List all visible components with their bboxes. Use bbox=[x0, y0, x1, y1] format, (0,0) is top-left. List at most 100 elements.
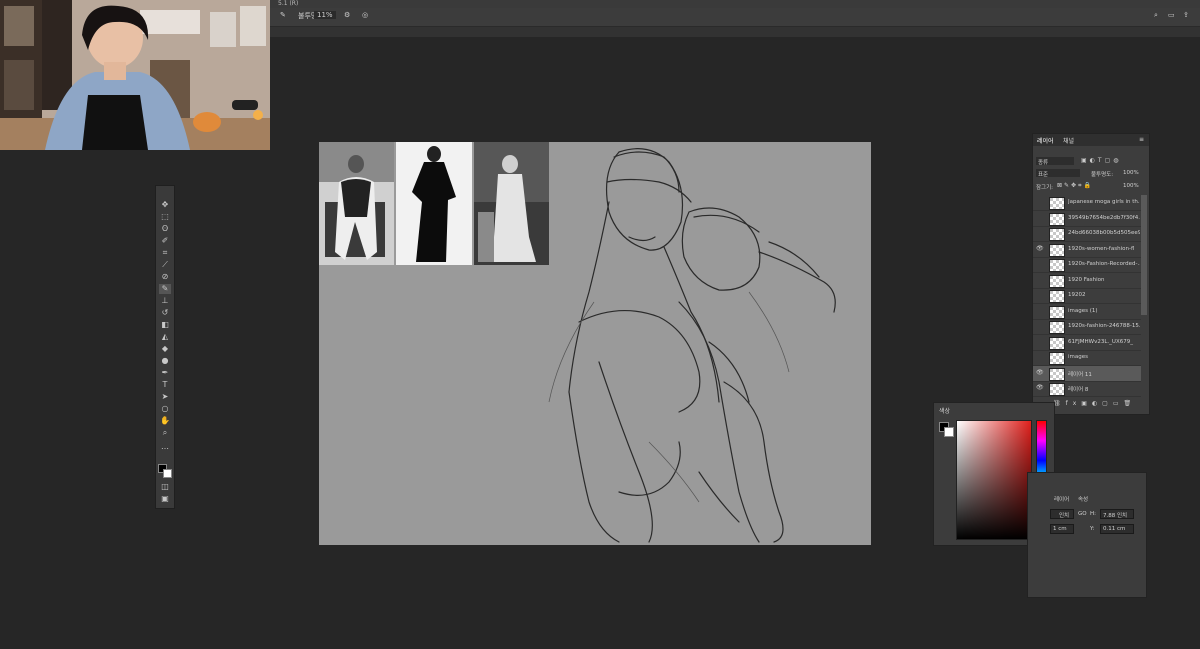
search-icon[interactable]: ⌕ bbox=[1154, 11, 1158, 20]
visibility-eye-icon[interactable]: 👁 bbox=[1036, 369, 1044, 376]
healing-tool-icon[interactable]: ⊘ bbox=[159, 272, 171, 282]
layer-name: 61FJMHWv23L._UX679_ bbox=[1068, 338, 1133, 345]
quick-select-tool-icon[interactable]: ✐ bbox=[159, 236, 171, 246]
brush-preset-icon[interactable]: ✎ bbox=[280, 11, 286, 19]
layer-row[interactable]: 👁 레이어 8 bbox=[1033, 381, 1141, 397]
visibility-eye-icon[interactable] bbox=[1036, 230, 1043, 236]
type-tool-icon[interactable]: T bbox=[159, 380, 171, 390]
layer-thumbnail bbox=[1049, 259, 1065, 272]
y-field[interactable]: 0.11 cm bbox=[1100, 524, 1134, 534]
pen-tool-icon[interactable]: ✒ bbox=[159, 368, 171, 378]
visibility-eye-icon[interactable]: 👁 bbox=[1036, 245, 1044, 252]
layer-row[interactable]: 19202 bbox=[1033, 288, 1141, 304]
path-select-tool-icon[interactable]: ➤ bbox=[159, 392, 171, 402]
layer-row[interactable]: 61FJMHWv23L._UX679_ bbox=[1033, 335, 1141, 351]
layer-name: 레이어 11 bbox=[1068, 371, 1092, 378]
layer-row[interactable]: 👁 레이어 11 bbox=[1033, 365, 1141, 382]
y-value: 0.11 cm bbox=[1103, 526, 1126, 532]
visibility-eye-icon[interactable] bbox=[1036, 199, 1043, 205]
lasso-tool-icon[interactable]: ʘ bbox=[159, 224, 171, 234]
tab-color[interactable]: 색상 bbox=[939, 406, 950, 415]
move-tool-icon[interactable]: ✥ bbox=[159, 200, 171, 210]
eyedropper-tool-icon[interactable]: ⟋ bbox=[159, 260, 171, 270]
hand-tool-icon[interactable]: ✋ bbox=[159, 416, 171, 426]
panel-menu-icon[interactable]: ≡ bbox=[1139, 136, 1144, 143]
workspace-icon[interactable]: ▭ bbox=[1168, 11, 1175, 19]
visibility-eye-icon[interactable] bbox=[1036, 354, 1043, 360]
layers-scrollbar[interactable] bbox=[1141, 195, 1147, 315]
props-tab-attributes[interactable]: 속성 bbox=[1078, 495, 1088, 503]
document-canvas[interactable] bbox=[319, 142, 871, 545]
title-text: 5.1 (R) bbox=[278, 0, 299, 7]
zoom-tool-icon[interactable]: ⌕ bbox=[159, 428, 171, 438]
background-color-swatch[interactable] bbox=[163, 469, 172, 478]
visibility-eye-icon[interactable] bbox=[1036, 261, 1043, 267]
layer-thumbnail bbox=[1049, 197, 1065, 210]
layer-thumbnail bbox=[1049, 290, 1065, 303]
fill-value[interactable]: 100% bbox=[1123, 183, 1139, 189]
layer-name: 1920s-women-fashion-fl bbox=[1068, 245, 1135, 252]
more-tools-icon[interactable]: … bbox=[159, 442, 171, 452]
webcam-feed bbox=[0, 0, 270, 150]
visibility-eye-icon[interactable] bbox=[1036, 292, 1043, 298]
visibility-eye-icon[interactable] bbox=[1036, 277, 1043, 283]
layer-row[interactable]: 24bd66038b00b5d505ee95... bbox=[1033, 226, 1141, 242]
layer-filter-select[interactable]: 종류 bbox=[1036, 157, 1074, 166]
height-value: 7.88 인치 bbox=[1103, 513, 1128, 519]
height-field[interactable]: 7.88 인치 bbox=[1100, 509, 1134, 519]
layer-thumbnail bbox=[1049, 336, 1065, 350]
layer-row[interactable]: Japanese moga girls in th... bbox=[1033, 195, 1141, 211]
tab-layers[interactable]: 레이어 bbox=[1037, 136, 1054, 145]
layer-row[interactable]: 1920s-fashion-246788-15... bbox=[1033, 319, 1141, 335]
link-label[interactable]: GO bbox=[1078, 511, 1087, 517]
shape-tool-icon[interactable]: ○ bbox=[159, 404, 171, 414]
dodge-tool-icon[interactable]: ● bbox=[159, 356, 171, 366]
visibility-eye-icon[interactable] bbox=[1036, 308, 1043, 314]
paint-bucket-tool-icon[interactable]: ◭ bbox=[159, 332, 171, 342]
history-brush-tool-icon[interactable]: ↺ bbox=[159, 308, 171, 318]
brush-tool-icon[interactable]: ✎ bbox=[159, 284, 171, 294]
layers-footer-icons[interactable]: ⛓fx▣◐▢▭🗑 bbox=[1053, 400, 1149, 410]
background-swatch[interactable] bbox=[944, 427, 954, 437]
layer-row[interactable]: 1920 Fashion bbox=[1033, 273, 1141, 289]
layer-thumbnail bbox=[1049, 243, 1065, 257]
screen-mode-icon[interactable]: ▣ bbox=[159, 494, 171, 504]
visibility-eye-icon[interactable]: 👁 bbox=[1036, 385, 1044, 391]
layer-name: 1920s-Fashion-Recorded-... bbox=[1068, 261, 1140, 267]
pressure-icon[interactable]: ◎ bbox=[362, 11, 368, 19]
visibility-eye-icon[interactable] bbox=[1036, 339, 1043, 345]
layer-name: 1920s-fashion-246788-15... bbox=[1068, 323, 1140, 329]
clone-stamp-tool-icon[interactable]: ⊥ bbox=[159, 296, 171, 306]
opacity-field[interactable]: 11% bbox=[314, 11, 336, 19]
layer-opacity-value[interactable]: 100% bbox=[1123, 170, 1139, 176]
visibility-eye-icon[interactable] bbox=[1036, 215, 1043, 221]
tab-channels[interactable]: 채널 bbox=[1063, 136, 1074, 145]
layer-row[interactable]: 39549b7654be2db7f30f4... bbox=[1033, 211, 1141, 227]
layer-row[interactable]: images bbox=[1033, 350, 1141, 366]
layer-list: Japanese moga girls in th... 39549b7654be… bbox=[1033, 195, 1149, 398]
layer-name: Japanese moga girls in th... bbox=[1068, 199, 1140, 205]
props-tab-layer[interactable]: 레이어 bbox=[1054, 495, 1069, 503]
width-field[interactable]: 인치 bbox=[1050, 509, 1074, 519]
layer-row[interactable]: 👁 1920s-women-fashion-fl bbox=[1033, 242, 1141, 258]
crop-tool-icon[interactable]: ⌗ bbox=[159, 248, 171, 258]
x-field[interactable]: 1 cm bbox=[1050, 524, 1074, 534]
quick-mask-icon[interactable]: ◫ bbox=[159, 482, 171, 492]
share-icon[interactable]: ⇪ bbox=[1183, 11, 1189, 19]
blur-tool-icon[interactable]: ◆ bbox=[159, 344, 171, 354]
lock-icons[interactable]: ⊠✎✥⌗🔒 bbox=[1057, 182, 1093, 190]
layer-row[interactable]: 1920s-Fashion-Recorded-... bbox=[1033, 257, 1141, 273]
eraser-tool-icon[interactable]: ◧ bbox=[159, 320, 171, 330]
visibility-eye-icon[interactable] bbox=[1036, 323, 1043, 329]
layer-thumbnail bbox=[1049, 212, 1065, 226]
layer-thumbnail bbox=[1049, 305, 1065, 319]
marquee-tool-icon[interactable]: ⬚ bbox=[159, 212, 171, 222]
h-label: H: bbox=[1090, 511, 1096, 517]
layer-name: images bbox=[1068, 354, 1088, 360]
color-field[interactable] bbox=[956, 420, 1032, 540]
blend-mode-select[interactable]: 표준 bbox=[1036, 169, 1080, 178]
layer-row[interactable]: images (1) bbox=[1033, 304, 1141, 320]
filter-icons[interactable]: ▣◐T▢◍ bbox=[1081, 157, 1141, 165]
settings-icon[interactable]: ⚙ bbox=[344, 11, 350, 19]
tools-panel: ✥ ⬚ ʘ ✐ ⌗ ⟋ ⊘ ✎ ⊥ ↺ ◧ ◭ ◆ ● ✒ T ➤ ○ ✋ ⌕ … bbox=[155, 185, 175, 509]
